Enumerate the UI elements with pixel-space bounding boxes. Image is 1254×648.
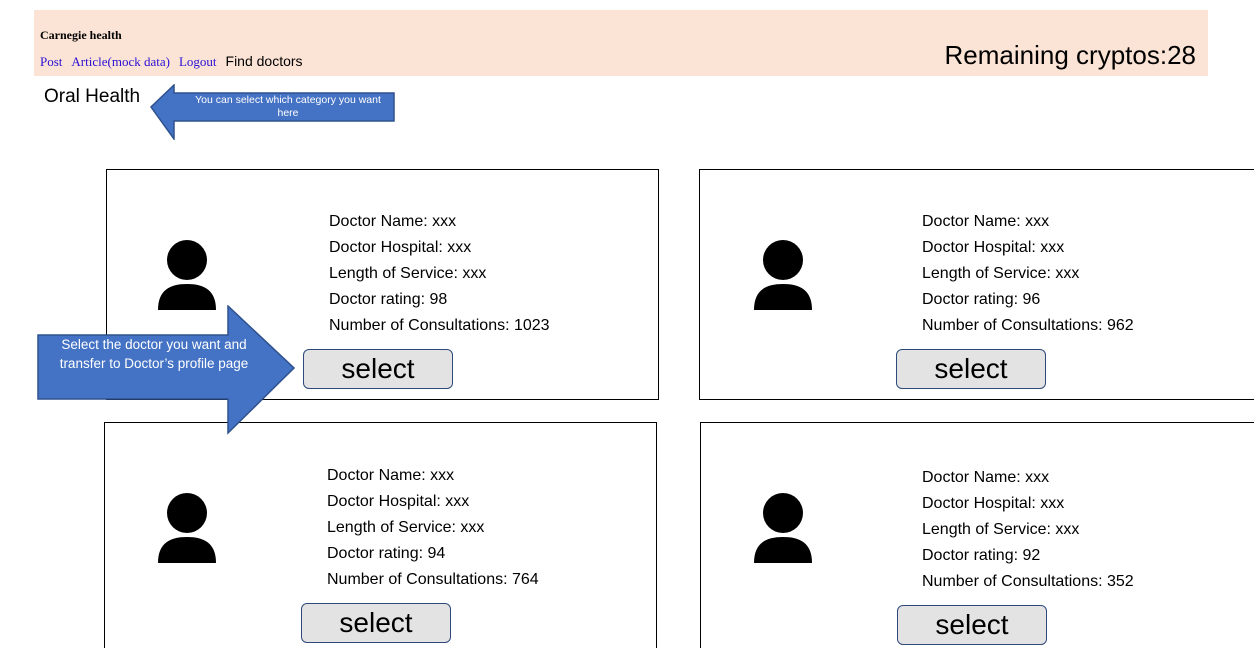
doctor-rating: Doctor rating: 92	[922, 547, 1041, 564]
doctor-card: Doctor Name: xxx Doctor Hospital: xxx Le…	[700, 422, 1254, 648]
doctor-hospital: Doctor Hospital: xxx	[329, 239, 472, 256]
doctor-hospital: Doctor Hospital: xxx	[922, 239, 1065, 256]
doctor-info: Doctor Name: xxx Doctor Hospital: xxx Le…	[922, 209, 1134, 339]
user-avatar-icon	[754, 240, 812, 310]
doctor-consultations: Number of Consultations: 962	[922, 317, 1134, 334]
doctor-hospital: Doctor Hospital: xxx	[922, 495, 1065, 512]
brand-title: Carnegie health	[40, 28, 122, 42]
doctor-name: Doctor Name: xxx	[922, 469, 1050, 486]
doctor-name: Doctor Name: xxx	[329, 213, 457, 230]
doctor-consultations: Number of Consultations: 764	[327, 571, 539, 588]
select-button[interactable]: select	[303, 349, 453, 389]
nav-link-logout[interactable]: Logout	[179, 54, 217, 70]
user-avatar-icon	[158, 240, 216, 310]
doctor-name: Doctor Name: xxx	[922, 213, 1050, 230]
remaining-cryptos: Remaining cryptos:28	[944, 40, 1196, 70]
doctor-rating: Doctor rating: 96	[922, 291, 1041, 308]
doctor-length-of-service: Length of Service: xxx	[329, 265, 487, 282]
select-annotation-text: Select the doctor you want and transfer …	[59, 337, 249, 371]
nav-link-post[interactable]: Post	[40, 54, 62, 70]
nav-current-page: Find doctors	[225, 53, 303, 69]
doctor-info: Doctor Name: xxx Doctor Hospital: xxx Le…	[327, 463, 539, 593]
header-bar: Carnegie health Post Article(mock data) …	[34, 10, 1208, 76]
doctor-length-of-service: Length of Service: xxx	[922, 521, 1080, 538]
doctor-consultations: Number of Consultations: 352	[922, 573, 1134, 590]
doctor-info: Doctor Name: xxx Doctor Hospital: xxx Le…	[329, 209, 550, 339]
user-avatar-icon	[754, 493, 812, 563]
doctor-length-of-service: Length of Service: xxx	[327, 519, 485, 536]
doctor-rating: Doctor rating: 98	[329, 291, 448, 308]
doctor-hospital: Doctor Hospital: xxx	[327, 493, 470, 510]
user-avatar-icon	[158, 493, 216, 563]
category-selector[interactable]: Oral Health	[44, 86, 140, 108]
category-annotation: You can select which category you want h…	[150, 83, 396, 142]
select-button[interactable]: select	[301, 603, 451, 643]
select-button[interactable]: select	[896, 349, 1046, 389]
doctor-name: Doctor Name: xxx	[327, 467, 455, 484]
category-annotation-text: You can select which category you want h…	[195, 94, 381, 119]
nav-link-article[interactable]: Article(mock data)	[71, 54, 170, 70]
doctor-card: Doctor Name: xxx Doctor Hospital: xxx Le…	[104, 422, 657, 648]
nav-bar: Post Article(mock data) Logout Find doct…	[40, 53, 303, 70]
select-button[interactable]: select	[897, 605, 1047, 645]
doctor-rating: Doctor rating: 94	[327, 545, 446, 562]
doctor-consultations: Number of Consultations: 1023	[329, 317, 550, 334]
doctor-length-of-service: Length of Service: xxx	[922, 265, 1080, 282]
doctor-card: Doctor Name: xxx Doctor Hospital: xxx Le…	[699, 169, 1254, 400]
doctor-info: Doctor Name: xxx Doctor Hospital: xxx Le…	[922, 465, 1134, 595]
select-annotation: Select the doctor you want and transfer …	[37, 304, 296, 435]
